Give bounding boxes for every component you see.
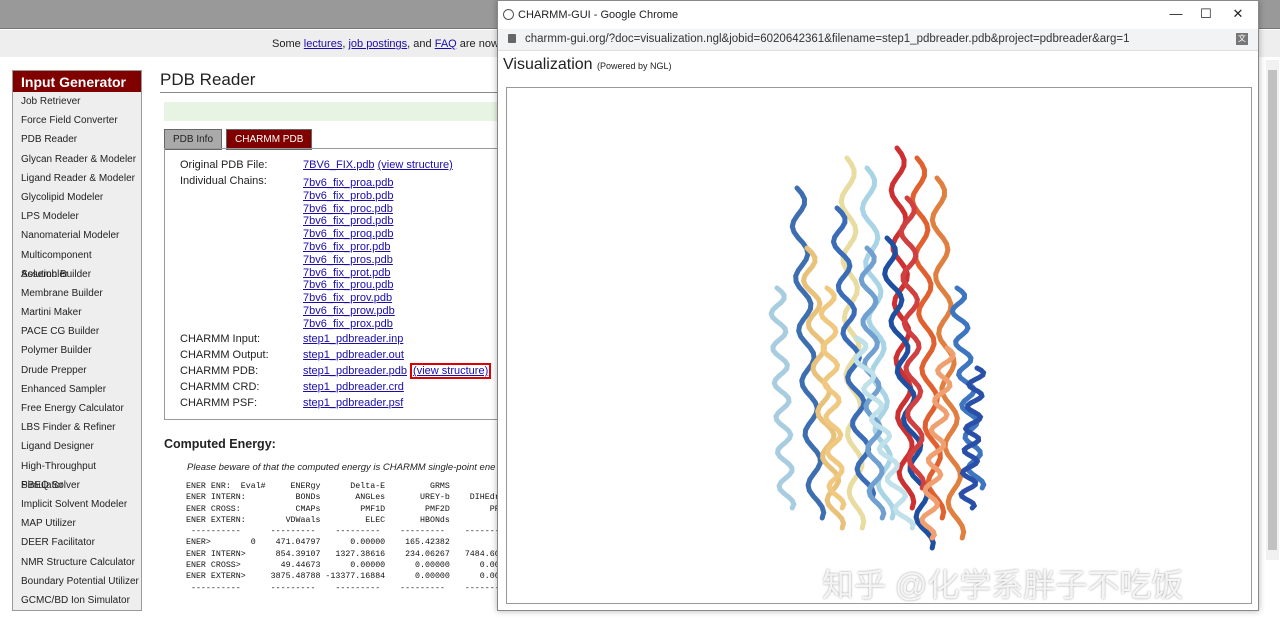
sidebar-item[interactable]: Glycolipid Modeler [13, 188, 141, 207]
sidebar-item[interactable]: Boundary Potential Utilizer [13, 572, 141, 591]
address-bar[interactable]: charmm-gui.org/?doc=visualization.ngl&jo… [498, 29, 1258, 51]
tab-charmm-pdb[interactable]: CHARMM PDB [226, 129, 313, 150]
chain-file-link[interactable]: 7bv6_fix_pros.pdb [303, 254, 395, 267]
page-title: PDB Reader [160, 70, 500, 93]
close-button[interactable]: ✕ [1228, 6, 1248, 22]
sidebar-item[interactable]: NMR Structure Calculator [13, 553, 141, 572]
chain-file-link[interactable]: 7bv6_fix_prob.pdb [303, 190, 395, 203]
notice-text: are now [456, 38, 499, 50]
scrollbar-thumb[interactable] [1268, 70, 1277, 550]
sidebar-item[interactable]: Ligand Designer [13, 437, 141, 456]
file-link[interactable]: step1_pdbreader.inp [303, 333, 403, 345]
chain-file-link[interactable]: 7bv6_fix_proa.pdb [303, 177, 395, 190]
chain-file-link[interactable]: 7bv6_fix_prov.pdb [303, 292, 395, 305]
file-link[interactable]: step1_pdbreader.pdb [303, 365, 407, 377]
lock-icon [508, 34, 516, 43]
window-title: CHARMM-GUI - Google Chrome [518, 9, 679, 21]
sidebar-item[interactable]: Membrane Builder [13, 284, 141, 303]
maximize-button[interactable]: ☐ [1196, 6, 1216, 22]
minimize-button[interactable]: — [1166, 6, 1186, 21]
chain-file-link[interactable]: 7bv6_fix_prow.pdb [303, 305, 395, 318]
sidebar: Input Generator Job Retriever Force Field… [12, 70, 142, 612]
protein-helix [789, 185, 827, 521]
notice-text: Some [272, 38, 304, 50]
sidebar-item[interactable]: Enhanced Sampler [13, 380, 141, 399]
tab-pdb-info[interactable]: PDB Info [164, 129, 223, 150]
energy-note: Please beware of that the computed energ… [187, 462, 496, 473]
main-content: PDB Reader PDB Info CHARMM PDB Original P… [160, 70, 504, 420]
sidebar-item[interactable]: PBEQ Solver [13, 476, 141, 495]
ngl-viewer[interactable] [506, 87, 1252, 604]
charmm-pdb-panel: Original PDB File: 7BV6_FIX.pdb (view str… [164, 148, 504, 420]
watermark: 知乎 @化学系胖子不吃饭 [822, 567, 1184, 603]
sidebar-item[interactable]: High-Throughput Simulator [13, 457, 141, 491]
sidebar-item[interactable]: Martini Maker [13, 303, 141, 322]
file-link[interactable]: step1_pdbreader.out [303, 349, 404, 361]
protein-helix [768, 285, 797, 511]
sidebar-item[interactable]: LBS Finder & Refiner [13, 418, 141, 437]
sidebar-item[interactable]: MAP Utilizer [13, 514, 141, 533]
chain-file-link[interactable]: 7bv6_fix_prou.pdb [303, 279, 395, 292]
sep: , and [407, 38, 435, 50]
lectures-link[interactable]: lectures [304, 38, 343, 50]
sidebar-item[interactable]: Free Energy Calculator [13, 399, 141, 418]
energy-table: ENER ENR: Eval# ENERgy Delta-E GRMS ENER… [186, 482, 497, 593]
status-bar [164, 102, 504, 121]
original-pdb-link[interactable]: 7BV6_FIX.pdb [303, 159, 375, 171]
sidebar-item[interactable]: PDB Reader [13, 130, 141, 149]
sidebar-item[interactable]: PACE CG Builder [13, 322, 141, 341]
file-label: CHARMM Output: [180, 349, 269, 361]
sidebar-item[interactable]: Multicomponent Assembler [13, 246, 141, 280]
sidebar-item[interactable]: DEER Facilitator [13, 533, 141, 552]
file-label: CHARMM PSF: [180, 397, 257, 409]
computed-energy-title: Computed Energy: [164, 437, 276, 451]
sidebar-item[interactable]: Implicit Solvent Modeler [13, 495, 141, 514]
sidebar-item[interactable]: Nanomaterial Modeler [13, 226, 141, 245]
chain-file-link[interactable]: 7bv6_fix_proc.pdb [303, 203, 395, 216]
sidebar-item[interactable]: Force Field Converter [13, 111, 141, 130]
file-label: CHARMM Input: [180, 333, 261, 345]
protein-helix [929, 175, 967, 541]
chrome-icon [503, 9, 514, 20]
chains-label: Individual Chains: [180, 175, 267, 187]
file-link[interactable]: step1_pdbreader.crd [303, 381, 404, 393]
original-pdb-label: Original PDB File: [180, 159, 268, 171]
view-structure-link-highlighted[interactable]: (view structure) [410, 363, 492, 379]
sidebar-item[interactable]: Drude Prepper [13, 361, 141, 380]
file-label: CHARMM PDB: [180, 365, 259, 377]
sidebar-item[interactable]: Solution Builder [13, 265, 141, 284]
chain-file-link[interactable]: 7bv6_fix_prot.pdb [303, 267, 395, 280]
sidebar-item[interactable]: Glycan Reader & Modeler [13, 150, 141, 169]
heading-text: Visualization [503, 56, 593, 73]
job-postings-link[interactable]: job postings [348, 38, 407, 50]
url-text[interactable]: charmm-gui.org/?doc=visualization.ngl&jo… [525, 33, 1130, 45]
sidebar-item[interactable]: Job Retriever [13, 92, 141, 111]
powered-by-text: (Powered by NGL) [597, 61, 672, 71]
sidebar-item[interactable]: Polymer Builder [13, 341, 141, 360]
translate-icon[interactable]: 文 [1236, 33, 1248, 45]
page-scrollbar[interactable] [1266, 60, 1279, 560]
sidebar-title: Input Generator [13, 71, 141, 92]
sidebar-item[interactable]: LPS Modeler [13, 207, 141, 226]
protein-structure-render[interactable] [507, 88, 1253, 605]
faq-link[interactable]: FAQ [435, 38, 457, 50]
visualization-popup-window: CHARMM-GUI - Google Chrome — ☐ ✕ charmm-… [497, 0, 1259, 611]
chain-file-link[interactable]: 7bv6_fix_prod.pdb [303, 215, 395, 228]
file-link[interactable]: step1_pdbreader.psf [303, 397, 403, 409]
sidebar-item[interactable]: Ligand Reader & Modeler [13, 169, 141, 188]
file-label: CHARMM CRD: [180, 381, 260, 393]
chain-file-link[interactable]: 7bv6_fix_prox.pdb [303, 318, 395, 331]
chain-file-link[interactable]: 7bv6_fix_pror.pdb [303, 241, 395, 254]
sidebar-item[interactable]: GCMC/BD Ion Simulator [13, 591, 141, 610]
chain-file-link[interactable]: 7bv6_fix_proq.pdb [303, 228, 395, 241]
visualization-heading: Visualization (Powered by NGL) [503, 56, 672, 74]
view-structure-link[interactable]: (view structure) [378, 159, 453, 171]
